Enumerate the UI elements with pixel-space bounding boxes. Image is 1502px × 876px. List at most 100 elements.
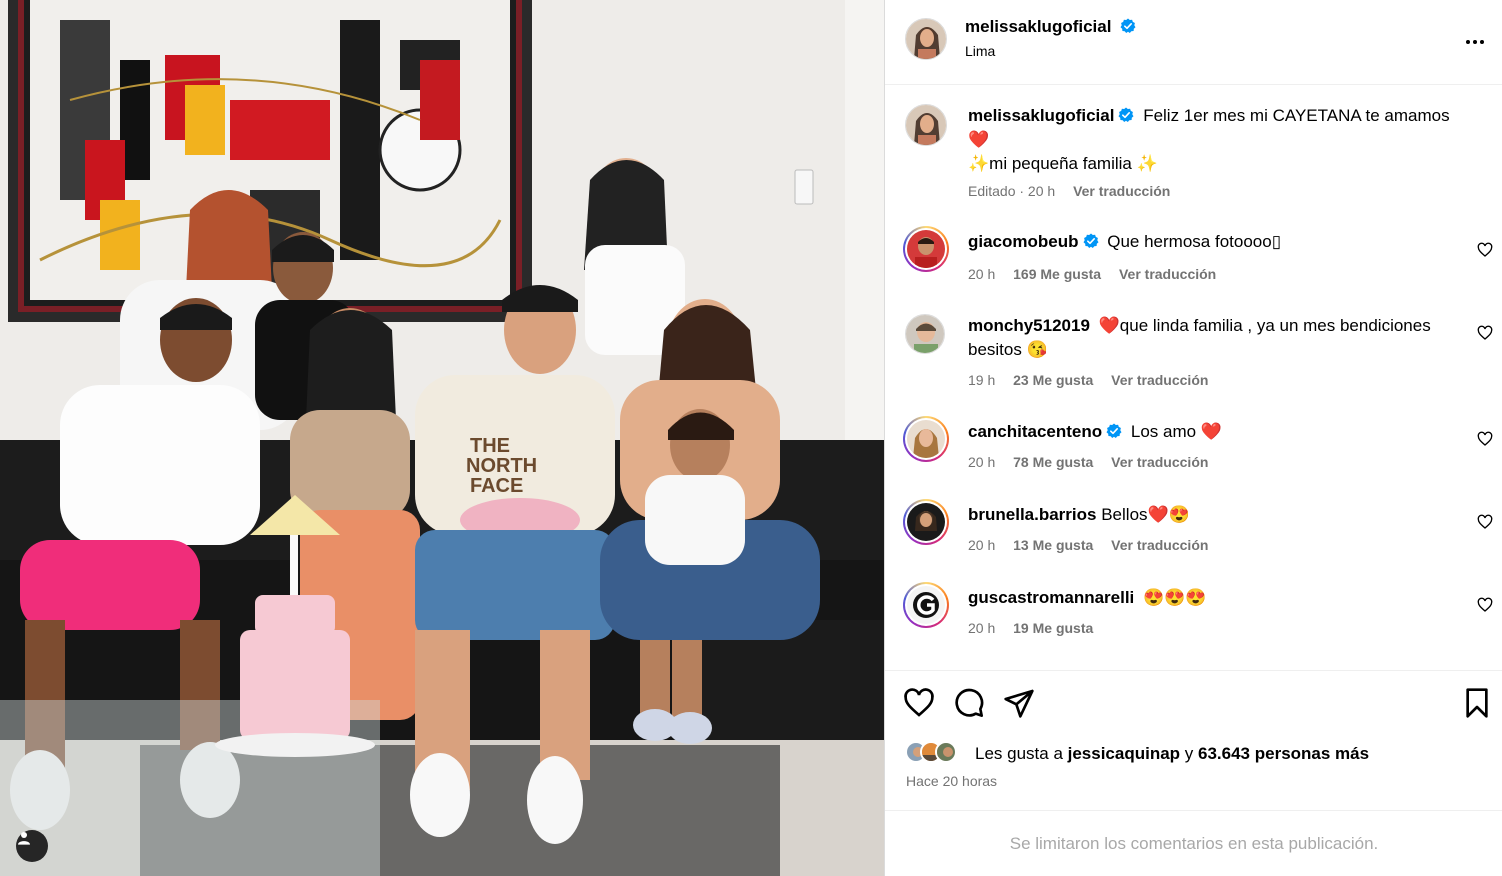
avatar-image xyxy=(906,19,946,59)
comment-meta: 20 h 13 Me gusta Ver traducción xyxy=(968,537,1222,553)
more-options-icon xyxy=(1466,40,1484,44)
post-header: melissaklugoficial Lima xyxy=(885,0,1502,85)
caption-emoji-1: ❤️ xyxy=(968,130,990,149)
comment-body: 😍😍😍 xyxy=(1143,588,1207,607)
avatar-image xyxy=(937,743,955,761)
caption-edited-time: Editado · 20 h xyxy=(968,183,1056,199)
comment-time: 20 h xyxy=(968,537,996,553)
caption-text: melissaklugoficial Feliz 1er mes mi CAYE… xyxy=(968,104,1478,176)
svg-text:NORTH: NORTH xyxy=(466,455,537,477)
author-avatar[interactable] xyxy=(905,18,947,60)
comment-text: monchy512019 ❤️que linda familia , ya un… xyxy=(968,314,1468,362)
avatar-image xyxy=(907,503,945,541)
comment-translate-link[interactable]: Ver traducción xyxy=(1111,454,1208,470)
likes-summary: Les gusta a jessicaquinap y 63.643 perso… xyxy=(975,744,1369,764)
comment-avatar-ring[interactable] xyxy=(903,582,949,628)
liker-avatar xyxy=(935,741,957,763)
verified-badge-icon xyxy=(1120,18,1136,33)
post-photo[interactable]: THE NORTH FACE xyxy=(0,0,884,876)
caption-translate-link[interactable]: Ver traducción xyxy=(1073,183,1170,199)
caption-avatar[interactable] xyxy=(905,104,947,146)
avatar-image xyxy=(906,315,944,353)
heart-icon[interactable] xyxy=(1477,325,1493,341)
comments-limited-notice: Se limitaron los comentarios en esta pub… xyxy=(885,810,1502,876)
verified-badge-icon xyxy=(1118,107,1134,122)
comment-meta: 20 h 169 Me gusta Ver traducción xyxy=(968,266,1230,282)
comment-translate-link[interactable]: Ver traducción xyxy=(1111,537,1208,553)
caption-username[interactable]: melissaklugoficial xyxy=(968,106,1114,125)
post-location[interactable]: Lima xyxy=(965,43,1136,59)
comment-meta: 20 h 78 Me gusta Ver traducción xyxy=(968,454,1222,470)
avatar-image xyxy=(906,105,946,145)
user-tag-icon xyxy=(18,832,30,845)
comment-time: 20 h xyxy=(968,266,996,282)
comment-meta: 20 h 19 Me gusta xyxy=(968,620,1107,636)
comment-meta: 19 h 23 Me gusta Ver traducción xyxy=(968,372,1222,388)
comment-translate-link[interactable]: Ver traducción xyxy=(1119,266,1216,282)
comment-likes[interactable]: 169 Me gusta xyxy=(1013,266,1101,282)
avatar-image xyxy=(907,586,945,624)
comment-body: Bellos❤️😍 xyxy=(1101,505,1190,524)
comment-username[interactable]: monchy512019 xyxy=(968,316,1090,335)
comment-text: brunella.barrios Bellos❤️😍 xyxy=(968,503,1468,527)
comment-body: Que hermosa fotoooo▯ xyxy=(1107,232,1282,251)
comment-item: brunella.barrios Bellos❤️😍 20 h 13 Me gu… xyxy=(885,499,1502,569)
save-icon[interactable] xyxy=(1461,687,1493,719)
comment-icon[interactable] xyxy=(953,687,985,719)
share-icon[interactable] xyxy=(1003,687,1035,719)
heart-icon[interactable] xyxy=(1477,514,1493,530)
caption-line-1: Feliz 1er mes mi CAYETANA te amamos xyxy=(1143,106,1450,125)
comment-translate-link[interactable]: Ver traducción xyxy=(1111,372,1208,388)
comment-likes[interactable]: 19 Me gusta xyxy=(1013,620,1093,636)
likes-prefix: Les gusta a xyxy=(975,744,1068,763)
likes-user[interactable]: jessicaquinap xyxy=(1068,744,1180,763)
comment-time: 19 h xyxy=(968,372,996,388)
likes-middle: y xyxy=(1180,744,1199,763)
comment-time: 20 h xyxy=(968,620,996,636)
author-username[interactable]: melissaklugoficial xyxy=(965,17,1111,36)
comment-text: guscastromannarelli 😍😍😍 xyxy=(968,586,1468,610)
avatar-image xyxy=(907,230,945,268)
likers-avatars[interactable] xyxy=(905,741,957,763)
post-panel: melissaklugoficial Lima melissaklugofici… xyxy=(884,0,1502,876)
svg-text:THE: THE xyxy=(470,435,510,457)
avatar-image xyxy=(907,420,945,458)
heart-icon[interactable] xyxy=(1477,242,1493,258)
post-timestamp[interactable]: Hace 20 horas xyxy=(906,773,997,789)
comment-item: canchitacenteno Los amo ❤️ 20 h 78 Me gu… xyxy=(885,416,1502,486)
caption-meta: Editado · 20 h Ver traducción xyxy=(968,183,1184,199)
comment-text: giacomobeub Que hermosa fotoooo▯ xyxy=(968,230,1468,254)
comment-avatar-ring[interactable] xyxy=(903,416,949,462)
comment-avatar-ring[interactable] xyxy=(903,226,949,272)
svg-text:FACE: FACE xyxy=(470,475,523,497)
more-options-button[interactable] xyxy=(1463,30,1487,54)
user-tag-button[interactable] xyxy=(16,830,48,862)
comments-limited-text: Se limitaron los comentarios en esta pub… xyxy=(1009,833,1379,853)
heart-icon[interactable] xyxy=(1477,597,1493,613)
comment-item: giacomobeub Que hermosa fotoooo▯ 20 h 16… xyxy=(885,226,1502,296)
post-actions: Les gusta a jessicaquinap y 63.643 perso… xyxy=(885,670,1502,810)
comment-text: canchitacenteno Los amo ❤️ xyxy=(968,420,1468,444)
verified-badge-icon xyxy=(1106,423,1122,438)
comment-likes[interactable]: 78 Me gusta xyxy=(1013,454,1093,470)
comment-username[interactable]: giacomobeub xyxy=(968,232,1079,251)
author-info: melissaklugoficial Lima xyxy=(965,17,1136,59)
comment-time: 20 h xyxy=(968,454,996,470)
comment-body: Los amo ❤️ xyxy=(1130,422,1222,441)
heart-icon[interactable] xyxy=(903,687,935,719)
comment-item: guscastromannarelli 😍😍😍 20 h 19 Me gusta xyxy=(885,582,1502,652)
comment-avatar[interactable] xyxy=(905,314,945,354)
comment-likes[interactable]: 23 Me gusta xyxy=(1013,372,1093,388)
heart-icon[interactable] xyxy=(1477,431,1493,447)
comment-username[interactable]: guscastromannarelli xyxy=(968,588,1134,607)
comment-item: monchy512019 ❤️que linda familia , ya un… xyxy=(885,310,1502,400)
comment-avatar-ring[interactable] xyxy=(903,499,949,545)
verified-badge-icon xyxy=(1083,233,1099,248)
caption-line-2: ✨mi pequeña familia ✨ xyxy=(968,154,1158,173)
likes-count[interactable]: 63.643 personas más xyxy=(1198,744,1369,763)
family-photo-illustration: THE NORTH FACE xyxy=(0,0,884,876)
comment-username[interactable]: brunella.barrios xyxy=(968,505,1096,524)
comment-likes[interactable]: 13 Me gusta xyxy=(1013,537,1093,553)
caption: melissaklugoficial Feliz 1er mes mi CAYE… xyxy=(885,102,1502,202)
comment-username[interactable]: canchitacenteno xyxy=(968,422,1102,441)
